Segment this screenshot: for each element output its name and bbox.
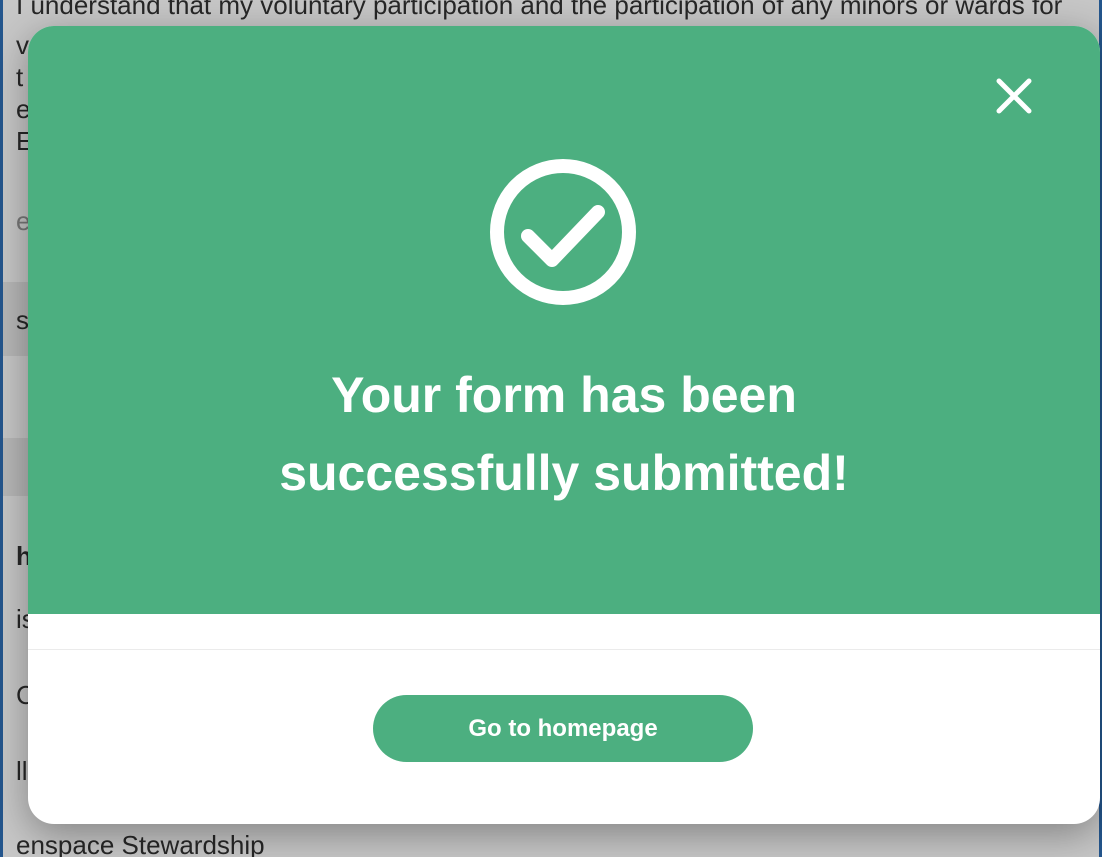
go-to-homepage-button[interactable]: Go to homepage	[373, 695, 753, 762]
footer-divider	[28, 649, 1100, 650]
success-dialog: Your form has been successfully submitte…	[28, 26, 1100, 824]
dialog-title: Your form has been successfully submitte…	[28, 356, 1100, 512]
dialog-title-line: Your form has been	[331, 367, 797, 423]
dialog-header: Your form has been successfully submitte…	[28, 26, 1100, 614]
dialog-title-line: successfully submitted!	[279, 445, 849, 501]
close-icon[interactable]	[990, 72, 1038, 120]
check-circle-icon	[488, 157, 638, 307]
